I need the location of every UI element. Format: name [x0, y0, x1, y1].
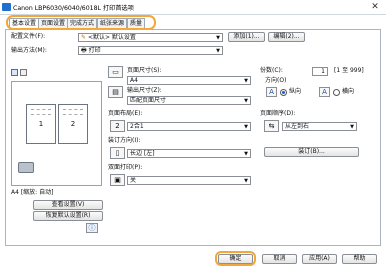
- duplex-select[interactable]: 关 ▼: [127, 176, 251, 185]
- layout-label: 页面布局(E):: [108, 110, 143, 117]
- page-size-select[interactable]: A4 ▼: [127, 76, 251, 85]
- page-order-value: 从左到右: [285, 123, 310, 130]
- orientation-label: 方向(O): [265, 77, 287, 84]
- profile-label: 配置文件(F):: [11, 33, 46, 40]
- layout-value: 2合1: [130, 123, 144, 130]
- profile-select[interactable]: ✎ <默认> 默认设置 ▼: [78, 33, 223, 42]
- binding-select[interactable]: 长边 [左] ▼: [127, 149, 251, 158]
- binding-icon: ▯: [110, 147, 125, 159]
- copies-stepper[interactable]: 1: [312, 67, 328, 76]
- layout-icon: 2: [110, 120, 125, 132]
- binding-label: 装订方向(I):: [108, 137, 141, 144]
- preview-caption: A4 [缩放: 自动]: [11, 189, 54, 196]
- page-size-label: 页面尺寸(S):: [127, 67, 162, 74]
- portrait-label: 纵向: [289, 88, 302, 95]
- landscape-label: 横向: [342, 88, 355, 95]
- duplex-icon: ▣: [110, 174, 125, 186]
- binding-value: 长边 [左]: [130, 150, 155, 157]
- page-size-value: A4: [130, 77, 138, 84]
- print-preview: 1 2: [11, 81, 102, 186]
- preview-settings-icon[interactable]: [20, 69, 27, 76]
- printer-device-icon: [18, 162, 34, 173]
- cancel-button[interactable]: 取消: [262, 254, 297, 264]
- preview-page-2: 2: [58, 104, 88, 144]
- output-size-select[interactable]: 匹配页面尺寸 ▼: [127, 96, 251, 105]
- restore-defaults-button[interactable]: 恢复默认设置(R): [33, 211, 103, 221]
- tabs-highlight: [6, 15, 156, 30]
- chevron-down-icon: ▼: [216, 48, 220, 54]
- page-size-icon: ▭: [108, 66, 123, 78]
- edit-profile-button[interactable]: 编辑(2)...: [268, 32, 305, 42]
- chevron-down-icon: ▼: [216, 35, 220, 41]
- view-settings-button[interactable]: 查看设置(V): [33, 200, 103, 210]
- preview-page-1: 1: [26, 104, 56, 144]
- output-size-label: 输出尺寸(Z):: [127, 87, 162, 94]
- output-select[interactable]: 🖶 打印 ▼: [78, 46, 223, 55]
- printer-icon: [2, 3, 11, 11]
- add-profile-button[interactable]: 添加(1)...: [228, 32, 265, 42]
- layout-select[interactable]: 2合1 ▼: [127, 122, 251, 131]
- window-title: Canon LBP6030/6040/6018L 打印首选项: [13, 5, 134, 12]
- close-icon[interactable]: ✕: [369, 2, 381, 12]
- page-order-icon: ⇆: [264, 120, 279, 132]
- copies-value: 1: [321, 68, 325, 75]
- printer-small-icon: 🖶: [81, 47, 89, 54]
- output-value: 打印: [88, 47, 101, 54]
- apply-button[interactable]: 应用(A): [302, 254, 337, 264]
- info-icon[interactable]: ⓘ: [86, 223, 98, 233]
- copies-label: 份数(C):: [260, 67, 283, 74]
- preview-page-icon[interactable]: [11, 69, 18, 76]
- binding-button[interactable]: 装订(B)...: [264, 147, 359, 157]
- landscape-radio[interactable]: [333, 89, 340, 96]
- help-button[interactable]: 帮助: [342, 254, 377, 264]
- landscape-icon: A: [319, 87, 330, 97]
- ok-highlight: [215, 251, 256, 266]
- portrait-icon: A: [266, 87, 277, 97]
- output-size-icon: ▤: [108, 86, 123, 98]
- duplex-label: 双面打印(P):: [108, 164, 143, 171]
- portrait-radio[interactable]: [280, 89, 287, 96]
- page-order-label: 页面顺序(D):: [260, 110, 296, 117]
- output-size-value: 匹配页面尺寸: [130, 97, 167, 104]
- title-bar: Canon LBP6030/6040/6018L 打印首选项 ✕: [0, 0, 386, 15]
- pencil-icon: ✎: [81, 34, 88, 41]
- profile-value: <默认> 默认设置: [87, 34, 136, 41]
- duplex-value: 关: [130, 177, 137, 184]
- output-label: 输出方法(M):: [11, 47, 47, 54]
- copies-range: [1 至 999]: [334, 67, 364, 74]
- page-order-select[interactable]: 从左到右 ▼: [282, 122, 357, 131]
